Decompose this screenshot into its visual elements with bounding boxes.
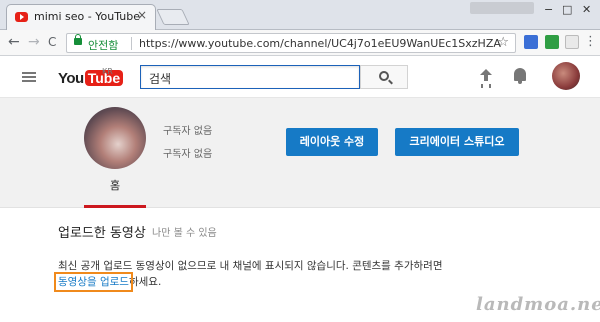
upload-prompt-suffix: 하세요. [128,276,162,288]
browser-menu-button[interactable]: ⋮ [584,34,597,49]
hamburger-menu-icon[interactable] [22,72,36,82]
edit-layout-button[interactable]: 레이아웃 수정 [286,128,378,156]
new-tab-button[interactable] [156,9,190,25]
creator-studio-button[interactable]: 크리에이터 스튜디오 [395,128,519,156]
tab-title: mimi seo - YouTube [34,10,140,23]
watermark: landmoa.net [476,294,600,315]
upload-icon[interactable] [480,69,492,85]
search-placeholder: 검색 [149,72,172,86]
subscriber-count: 구독자 없음 [163,126,213,137]
empty-state-message: 최신 공개 업로드 동영상이 없으므로 내 채널에 표시되지 않습니다. 콘텐츠… [58,260,443,272]
omnibox-divider [131,37,132,50]
tab-close-button[interactable]: × [137,8,147,22]
forward-button[interactable]: → [28,34,40,50]
uploaded-videos-heading: 업로드한 동영상 [58,226,146,241]
minimize-button[interactable]: − [544,3,553,16]
region-label: KR [102,67,113,76]
browser-toolbar: ← → C 안전함 https://www.youtube.com/channe… [0,30,600,56]
visibility-note: 나만 볼 수 있음 [152,228,217,239]
back-button[interactable]: ← [8,34,20,50]
search-icon [379,71,389,81]
address-bar[interactable]: 안전함 https://www.youtube.com/channel/UC4j… [66,33,516,53]
search-button[interactable] [360,65,408,89]
channel-avatar[interactable] [84,107,146,169]
upload-prompt: 동영상을 업로드하세요. [54,272,162,292]
browser-tab[interactable]: mimi seo - YouTube × [6,4,156,30]
extension-grey-icon[interactable] [565,35,579,49]
close-window-button[interactable]: ✕ [582,3,591,16]
youtube-favicon-icon [15,12,28,22]
tab-home[interactable]: 홈 [84,175,146,208]
browser-tab-bar: mimi seo - YouTube × − □ ✕ [0,0,600,30]
extension-download-icon[interactable] [524,35,538,49]
browser-profile-button[interactable] [470,2,534,14]
url-text[interactable]: https://www.youtube.com/channel/UC4j7o1e… [139,37,501,50]
search-input[interactable]: 검색 [140,65,360,89]
notification-bell-icon[interactable] [514,68,526,84]
reload-button[interactable]: C [48,35,56,49]
bookmark-star-icon[interactable]: ☆ [497,35,509,50]
maximize-button[interactable]: □ [562,3,572,16]
extension-icon[interactable] [545,35,559,49]
subscriber-count-secondary: 구독자 없음 [163,149,213,160]
account-avatar[interactable] [552,62,580,90]
youtube-header: You Tube KR 검색 [0,56,600,98]
lock-icon [74,34,82,45]
upload-video-link[interactable]: 동영상을 업로드 [54,272,133,292]
secure-label: 안전함 [88,39,119,52]
youtube-logo[interactable]: You Tube [58,68,124,87]
channel-header: 구독자 없음 구독자 없음 레이아웃 수정 크리에이터 스튜디오 홈 [0,98,600,208]
